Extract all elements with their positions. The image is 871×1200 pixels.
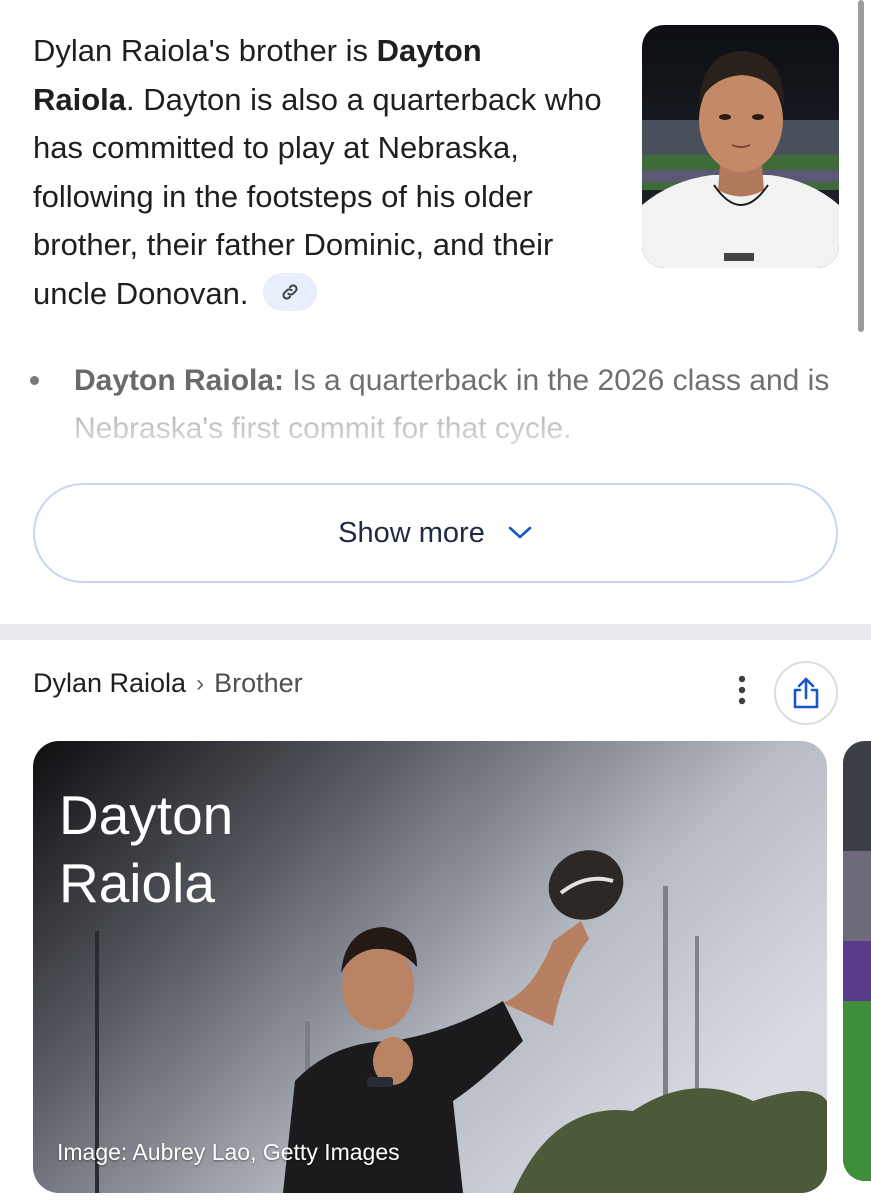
card-title: Dayton Raiola (59, 784, 234, 914)
content-fade-overlay (0, 395, 871, 465)
summary-bold-last-name: Raiola (33, 81, 127, 117)
portrait-image (642, 25, 839, 268)
breadcrumb: Dylan Raiola › Brother (33, 668, 303, 699)
section-divider (0, 624, 871, 640)
more-vert-icon (738, 675, 746, 705)
source-link-chip[interactable] (263, 273, 318, 312)
ai-summary-paragraph: Dylan Raiola's brother is Dayton Raiola. … (33, 27, 623, 318)
next-image-card-peek[interactable] (843, 741, 871, 1181)
bullet-dot (30, 376, 39, 385)
share-icon (793, 677, 819, 709)
breadcrumb-separator: › (196, 669, 205, 697)
bullet-term: Dayton Raiola: (74, 364, 285, 397)
breadcrumb-current: Brother (214, 668, 303, 698)
show-more-label: Show more (338, 516, 485, 549)
share-button[interactable] (774, 661, 838, 725)
breadcrumb-root[interactable]: Dylan Raiola (33, 668, 186, 699)
show-more-button[interactable]: Show more (33, 483, 838, 583)
chevron-down-icon (508, 526, 532, 539)
dayton-raiola-thumbnail[interactable] (642, 25, 839, 268)
more-options-button[interactable] (732, 672, 752, 708)
dayton-raiola-image-card[interactable]: Dayton Raiola Image: Aubrey Lao, Getty I… (33, 741, 827, 1193)
scrollbar[interactable] (858, 0, 864, 332)
summary-bold-first-name: Dayton (376, 33, 482, 68)
summary-text-start: Dylan Raiola's brother is (33, 33, 377, 68)
next-card-image (843, 741, 871, 1181)
image-credit: Image: Aubrey Lao, Getty Images (57, 1139, 400, 1165)
link-icon (282, 284, 298, 300)
